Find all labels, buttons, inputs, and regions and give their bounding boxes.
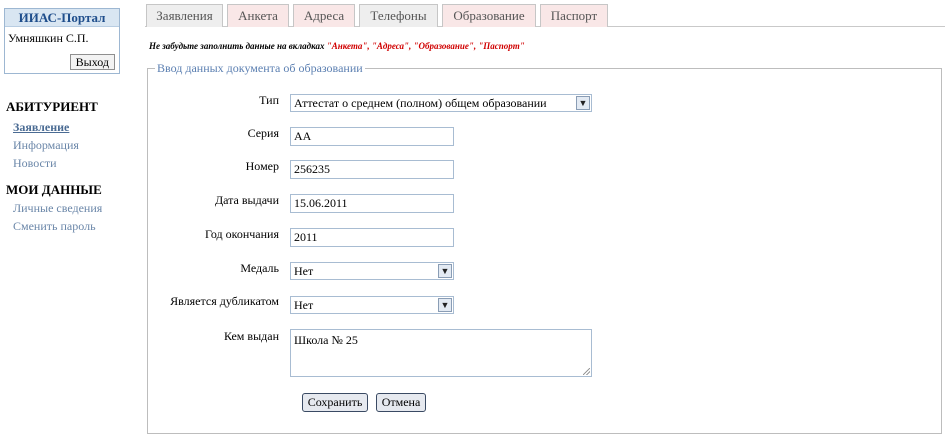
resize-grip-icon[interactable]	[583, 368, 590, 375]
save-button[interactable]: Сохранить	[302, 393, 368, 412]
fieldset-legend: Ввод данных документа об образовании	[155, 61, 365, 76]
sidebar-item-application[interactable]: Заявление	[13, 120, 69, 135]
type-label: Тип	[259, 93, 279, 107]
sidebar-item-news[interactable]: Новости	[13, 156, 57, 171]
portal-title: ИИАС-Портал	[5, 9, 119, 27]
issued-by-textarea[interactable]: Школа № 25	[290, 329, 592, 377]
type-select-value: Аттестат о среднем (полном) общем образо…	[294, 96, 547, 110]
reminder-note-prefix: Не забудьте заполнить данные на вкладках	[149, 41, 327, 51]
duplicate-select[interactable]: Нет ▼	[290, 296, 454, 314]
issue-date-input[interactable]: 15.06.2011	[290, 194, 454, 213]
medal-label: Медаль	[240, 261, 279, 275]
medal-select[interactable]: Нет ▼	[290, 262, 454, 280]
duplicate-label: Является дубликатом	[170, 294, 279, 308]
grad-year-label: Год окончания	[204, 227, 279, 241]
chevron-down-icon: ▼	[438, 298, 452, 312]
user-name: Умняшкин С.П.	[8, 31, 89, 45]
reminder-note-tabs: "Анкета", "Адреса", "Образование", "Пасп…	[326, 41, 525, 51]
series-input[interactable]: АА	[290, 127, 454, 146]
number-input[interactable]: 256235	[290, 160, 454, 179]
duplicate-select-value: Нет	[294, 298, 314, 312]
issue-date-label: Дата выдачи	[214, 193, 279, 207]
education-fieldset	[147, 68, 942, 434]
type-select[interactable]: Аттестат о среднем (полном) общем образо…	[290, 94, 592, 112]
cancel-button[interactable]: Отмена	[376, 393, 426, 412]
tab-applications[interactable]: Заявления	[146, 4, 223, 27]
issued-by-label: Кем выдан	[223, 329, 279, 343]
logout-button[interactable]: Выход	[69, 54, 115, 70]
issued-by-value: Школа № 25	[294, 333, 358, 347]
chevron-down-icon: ▼	[438, 264, 452, 278]
medal-select-value: Нет	[294, 264, 314, 278]
tab-phones[interactable]: Телефоны	[359, 4, 438, 27]
chevron-down-icon: ▼	[576, 96, 590, 110]
tab-passport[interactable]: Паспорт	[540, 4, 608, 27]
tab-education[interactable]: Образование	[442, 4, 536, 27]
grad-year-input[interactable]: 2011	[290, 228, 454, 247]
number-label: Номер	[245, 159, 279, 173]
reminder-note: Не забудьте заполнить данные на вкладках…	[149, 41, 525, 51]
tab-questionnaire[interactable]: Анкета	[227, 4, 289, 27]
tab-addresses[interactable]: Адреса	[293, 4, 355, 27]
sidebar-item-information[interactable]: Информация	[13, 138, 79, 153]
series-label: Серия	[247, 126, 279, 140]
login-box: ИИАС-Портал Умняшкин С.П. Выход	[4, 8, 120, 74]
